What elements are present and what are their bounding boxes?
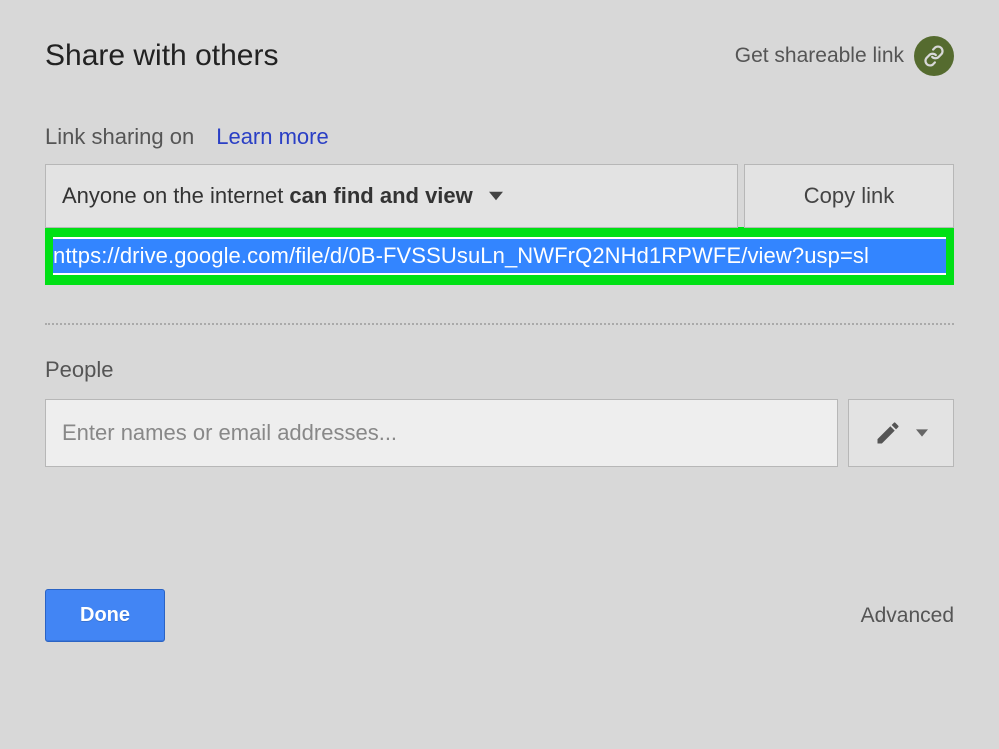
get-shareable-link-label: Get shareable link bbox=[735, 44, 904, 68]
people-permission-dropdown[interactable] bbox=[848, 399, 954, 467]
link-icon bbox=[914, 36, 954, 76]
dialog-footer: Done Advanced bbox=[45, 589, 954, 642]
dialog-title: Share with others bbox=[45, 39, 278, 73]
dialog-header: Share with others Get shareable link bbox=[45, 36, 954, 76]
copy-link-label: Copy link bbox=[804, 183, 894, 209]
link-sharing-status-label: Link sharing on bbox=[45, 124, 194, 150]
share-url-field[interactable]: nttps://drive.google.com/file/d/0B-FVSSU… bbox=[53, 237, 946, 275]
people-row bbox=[45, 399, 954, 467]
caret-down-icon bbox=[916, 429, 928, 437]
pencil-icon bbox=[874, 419, 902, 447]
permission-row: Anyone on the internet can find and view… bbox=[45, 164, 954, 228]
link-sharing-status-row: Link sharing on Learn more bbox=[45, 124, 954, 150]
permission-dropdown[interactable]: Anyone on the internet can find and view bbox=[45, 164, 738, 228]
done-button[interactable]: Done bbox=[45, 589, 165, 642]
section-divider bbox=[45, 323, 954, 325]
people-input[interactable] bbox=[45, 399, 838, 467]
copy-link-button[interactable]: Copy link bbox=[744, 164, 954, 228]
permission-prefix: Anyone on the internet bbox=[62, 183, 283, 209]
share-url-text: nttps://drive.google.com/file/d/0B-FVSSU… bbox=[53, 239, 946, 273]
get-shareable-link-button[interactable]: Get shareable link bbox=[735, 36, 954, 76]
share-url-highlight: nttps://drive.google.com/file/d/0B-FVSSU… bbox=[45, 227, 954, 285]
share-dialog: Share with others Get shareable link Lin… bbox=[0, 0, 999, 682]
people-section-label: People bbox=[45, 357, 954, 383]
caret-down-icon bbox=[489, 191, 503, 201]
learn-more-link[interactable]: Learn more bbox=[216, 124, 329, 150]
permission-level: can find and view bbox=[289, 183, 472, 209]
advanced-link[interactable]: Advanced bbox=[861, 604, 954, 628]
